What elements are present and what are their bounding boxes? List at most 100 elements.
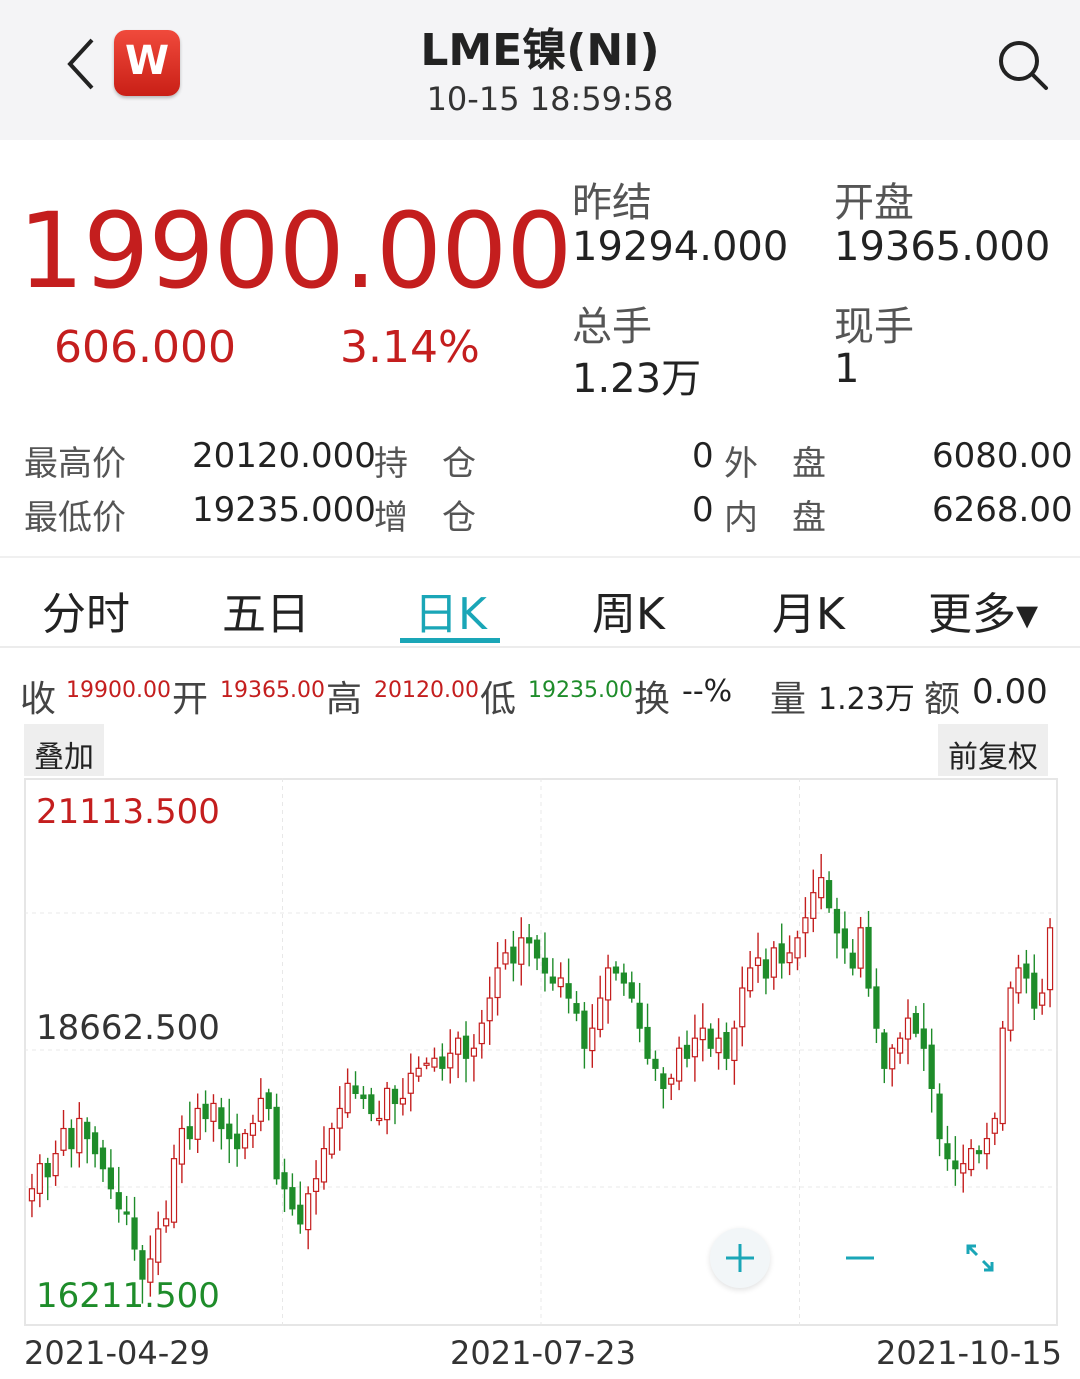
quote-timestamp: 10-15 18:59:58 <box>426 80 674 118</box>
x-axis-end-label: 2021-10-15 <box>876 1334 1062 1372</box>
candle-body <box>1031 972 1038 1009</box>
candle-body <box>1015 967 1022 994</box>
expand-icon <box>966 1244 994 1272</box>
outer-volume-value: 6080.00 <box>932 436 1073 476</box>
candle-body <box>399 1097 407 1105</box>
candle-body <box>352 1085 359 1095</box>
zoom-out-button[interactable] <box>830 1228 890 1288</box>
search-icon[interactable] <box>994 36 1052 94</box>
close-label: 收 <box>20 679 57 720</box>
price-adjust-button[interactable]: 前复权 <box>938 724 1048 776</box>
candle-body <box>652 1058 659 1069</box>
candle-body <box>423 1062 430 1066</box>
candle-body <box>241 1132 249 1149</box>
candle-body <box>723 1032 730 1059</box>
candle-body <box>660 1073 667 1089</box>
candle-body <box>904 1017 912 1040</box>
candle-body <box>778 943 785 964</box>
candle-body <box>115 1192 122 1210</box>
candle-body <box>368 1094 375 1115</box>
candle-body <box>541 957 549 974</box>
tab-intraday[interactable]: 分时 <box>42 578 130 642</box>
candle-body <box>936 1093 943 1140</box>
tab-more[interactable]: 更多▾ <box>928 578 1038 642</box>
candle-body <box>376 1117 383 1122</box>
tab-five-day[interactable]: 五日 <box>222 578 310 642</box>
page-title: LME镍(NI) <box>420 25 660 76</box>
candle-body <box>881 1032 888 1069</box>
candle-body <box>305 1193 312 1231</box>
candle-body <box>60 1127 67 1151</box>
minus-icon <box>846 1256 874 1260</box>
candle-body <box>210 1102 217 1122</box>
tab-daily-k[interactable]: 日K <box>414 578 487 642</box>
plus-icon <box>726 1244 754 1272</box>
candle-body <box>786 952 793 964</box>
candle-body <box>455 1037 462 1055</box>
candle-body <box>589 1027 596 1052</box>
candlestick-chart[interactable] <box>24 778 1058 1326</box>
prev-settle-label: 昨结 <box>572 180 652 226</box>
candle-body <box>770 947 777 978</box>
candle-body <box>218 1107 225 1130</box>
candle-body <box>518 937 525 965</box>
candle-body <box>162 1218 170 1227</box>
price-change-percent: 3.14% <box>340 322 480 373</box>
candle-body <box>178 1127 186 1165</box>
candle-body <box>604 967 612 1001</box>
volume-label: 总手 <box>572 304 652 350</box>
overlay-button[interactable]: 叠加 <box>24 724 104 776</box>
candle-body <box>999 1027 1006 1125</box>
oi-change-value: 0 <box>692 490 714 530</box>
candle-body <box>486 997 493 1022</box>
fullscreen-button[interactable] <box>950 1228 1010 1288</box>
active-tab-indicator <box>400 638 500 643</box>
candle-body <box>155 1228 162 1263</box>
last-volume-value: 1 <box>834 346 860 392</box>
candle-body <box>526 937 533 944</box>
tab-weekly-k[interactable]: 周K <box>592 578 665 642</box>
candle-body <box>747 967 754 992</box>
candle-body <box>668 1077 675 1085</box>
candle-body <box>896 1037 904 1054</box>
candle-body <box>52 1153 59 1177</box>
y-axis-max-label: 21113.500 <box>36 792 220 832</box>
tab-monthly-k[interactable]: 月K <box>772 578 845 642</box>
candle-body <box>620 972 627 984</box>
candle-body <box>715 1037 722 1054</box>
candle-body <box>123 1211 130 1215</box>
candle-body <box>968 1148 975 1171</box>
candle-body <box>415 1067 422 1077</box>
candle-body <box>470 1047 478 1057</box>
candle-body <box>202 1103 209 1120</box>
candle-body <box>170 1158 178 1223</box>
candle-body <box>675 1047 683 1082</box>
candle-body <box>841 928 848 949</box>
candle-body <box>431 1057 438 1068</box>
candle-body <box>289 1187 296 1210</box>
candle-body <box>84 1121 91 1140</box>
last-volume-label: 现手 <box>834 304 914 350</box>
zoom-in-button[interactable] <box>710 1228 770 1288</box>
vol-k-value: 1.23万 <box>818 682 915 717</box>
candle-body <box>865 926 872 989</box>
candle-body <box>810 892 817 919</box>
candle-body <box>565 983 572 999</box>
open-value: 19365.000 <box>834 224 1051 270</box>
candle-body <box>510 946 517 964</box>
candle-body <box>328 1127 335 1155</box>
candle-body <box>44 1162 51 1178</box>
candle-body <box>983 1137 991 1155</box>
candle-body <box>960 1163 967 1174</box>
candle-body <box>597 997 604 1031</box>
candle-body <box>194 1107 201 1140</box>
chevron-left-icon[interactable] <box>58 34 106 94</box>
candle-body <box>297 1204 304 1225</box>
section-divider <box>0 556 1080 558</box>
low-k-value: 19235.00 <box>528 678 633 703</box>
app-logo[interactable]: W <box>114 30 180 96</box>
candle-body <box>1046 927 1054 991</box>
candle-body <box>107 1167 114 1190</box>
candle-body <box>612 966 620 974</box>
candle-body <box>36 1163 43 1194</box>
